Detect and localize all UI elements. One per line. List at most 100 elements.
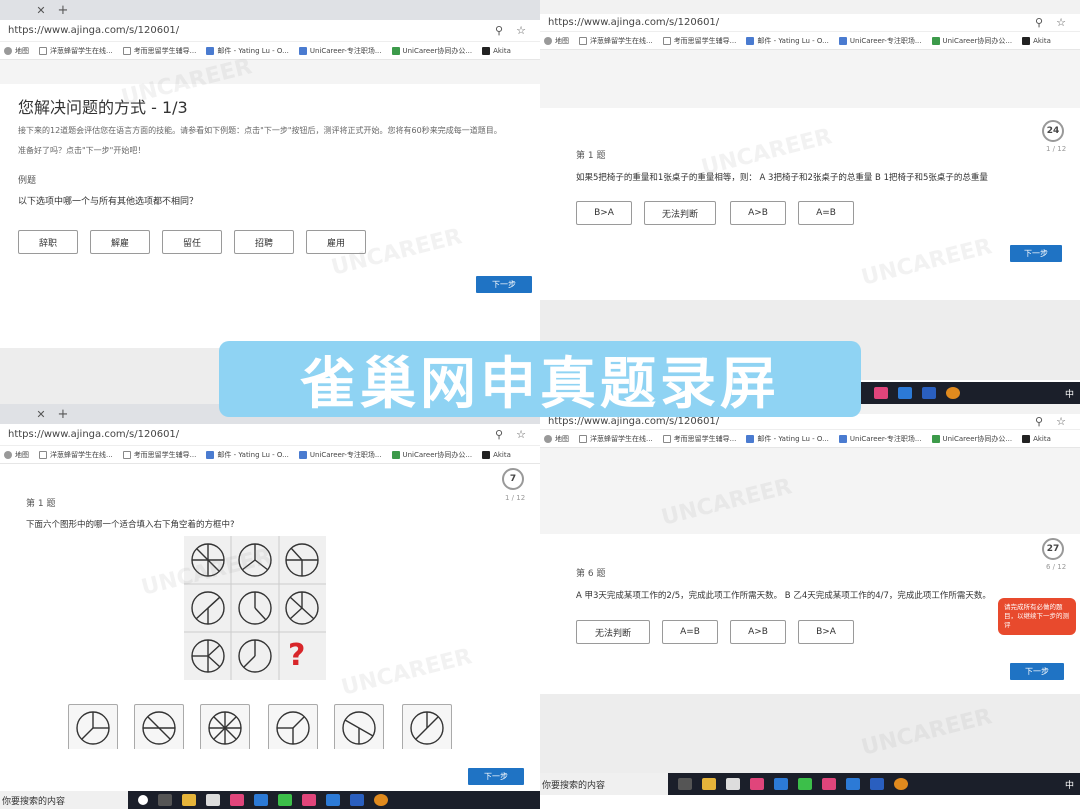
bookmark-item[interactable]: Akita — [1022, 434, 1051, 443]
bookmark-item[interactable]: 洋葱蜂留学生在线... — [579, 36, 653, 46]
option-button[interactable]: 招聘 — [234, 230, 294, 254]
bookmark-item[interactable]: 考而思留学生辅导... — [662, 434, 736, 444]
store-icon[interactable] — [206, 794, 220, 806]
page-icon — [122, 46, 131, 55]
next-button[interactable]: 下一步 — [468, 768, 524, 785]
footer-area — [0, 749, 540, 789]
taskview-icon[interactable] — [158, 794, 172, 806]
address-bar[interactable]: https://www.ajinga.com/s/120601/ ⚲ ☆ — [0, 20, 540, 42]
edge-icon[interactable] — [846, 778, 860, 790]
bookmark-item[interactable]: 洋葱蜂留学生在线... — [39, 450, 113, 460]
wechat-icon[interactable] — [278, 794, 292, 806]
bookmark-item[interactable]: UniCareer协同办公... — [391, 46, 472, 56]
bookmark-item[interactable]: 地图 — [4, 46, 29, 56]
bookmarks-bar: 地图 洋葱蜂留学生在线... 考而思留学生辅导... 邮件 - Yating L… — [0, 42, 540, 60]
ime-indicator[interactable]: 中 — [1065, 778, 1074, 791]
wechat-icon[interactable] — [798, 778, 812, 790]
search-icon[interactable]: ⚲ — [1028, 415, 1050, 428]
store-icon[interactable] — [726, 778, 740, 790]
bookmark-item[interactable]: UniCareer-专注职场... — [838, 434, 922, 444]
bookmark-item[interactable]: 洋葱蜂留学生在线... — [579, 434, 653, 444]
search-icon[interactable]: ⚲ — [1028, 16, 1050, 29]
answer-option[interactable] — [68, 704, 118, 752]
bookmark-item[interactable]: 考而思留学生辅导... — [662, 36, 736, 46]
bookmark-item[interactable]: Akita — [482, 46, 511, 55]
mail-icon[interactable] — [254, 794, 268, 806]
star-icon[interactable]: ☆ — [1050, 16, 1072, 29]
bookmark-item[interactable]: 邮件 - Yating Lu - O... — [746, 36, 829, 46]
close-tab-icon[interactable]: ✕ — [34, 4, 48, 17]
option-button[interactable]: A>B — [730, 620, 786, 644]
star-icon[interactable]: ☆ — [510, 24, 532, 37]
bookmark-item[interactable]: 地图 — [544, 36, 569, 46]
option-button[interactable]: 雇用 — [306, 230, 366, 254]
option-button[interactable]: 解雇 — [90, 230, 150, 254]
answer-option[interactable] — [134, 704, 184, 752]
app-icon[interactable] — [874, 387, 888, 399]
taskbar-search[interactable]: 你要搜索的内容 — [540, 773, 668, 795]
bookmark-item[interactable]: UniCareer协同办公... — [931, 36, 1012, 46]
app-icon[interactable] — [374, 794, 388, 806]
bookmark-item[interactable]: UniCareer-专注职场... — [838, 36, 922, 46]
address-bar[interactable]: https://www.ajinga.com/s/120601/ ⚲ ☆ — [540, 14, 1080, 32]
search-icon[interactable]: ⚲ — [488, 24, 510, 37]
taskbar-search[interactable]: 你要搜索的内容 — [0, 791, 128, 809]
edge-icon[interactable] — [898, 387, 912, 399]
app-icon[interactable] — [302, 794, 316, 806]
new-tab-icon[interactable]: + — [56, 3, 70, 18]
answer-option[interactable] — [200, 704, 250, 752]
bookmark-item[interactable]: 邮件 - Yating Lu - O... — [206, 46, 289, 56]
search-icon[interactable]: ⚲ — [488, 428, 510, 441]
bookmark-item[interactable]: 考而思留学生辅导... — [122, 450, 196, 460]
star-icon[interactable]: ☆ — [510, 428, 532, 441]
ime-indicator[interactable]: 中 — [1065, 387, 1074, 400]
word-icon[interactable] — [350, 794, 364, 806]
new-tab-icon[interactable]: + — [56, 407, 70, 422]
bookmark-item[interactable]: 洋葱蜂留学生在线... — [39, 46, 113, 56]
taskbar: 你要搜索的内容 — [0, 791, 540, 809]
bookmark-item[interactable]: 地图 — [544, 434, 569, 444]
bookmark-item[interactable]: 邮件 - Yating Lu - O... — [746, 434, 829, 444]
taskview-icon[interactable] — [678, 778, 692, 790]
bookmark-item[interactable]: UniCareer协同办公... — [391, 450, 472, 460]
bookmark-item[interactable]: UniCareer协同办公... — [931, 434, 1012, 444]
answer-option[interactable] — [268, 704, 318, 752]
option-button[interactable]: 无法判断 — [644, 201, 716, 225]
word-icon[interactable] — [922, 387, 936, 399]
app-icon[interactable] — [894, 778, 908, 790]
option-button[interactable]: A>B — [730, 201, 786, 225]
bookmark-item[interactable]: UniCareer-专注职场... — [298, 450, 382, 460]
question-area: 27 6 / 12 第 6 题 A 甲3天完成某项工作的2/5，完成此项工作所需… — [540, 534, 1080, 709]
mail-icon[interactable] — [774, 778, 788, 790]
bookmark-item[interactable]: Akita — [1022, 36, 1051, 45]
folder-icon[interactable] — [702, 778, 716, 790]
bookmark-item[interactable]: 考而思留学生辅导... — [122, 46, 196, 56]
option-button[interactable]: 留任 — [162, 230, 222, 254]
cortana-icon[interactable] — [138, 795, 148, 805]
option-button[interactable]: 辞职 — [18, 230, 78, 254]
bookmark-item[interactable]: UniCareer-专注职场... — [298, 46, 382, 56]
app-icon[interactable] — [946, 387, 960, 399]
folder-icon[interactable] — [182, 794, 196, 806]
answer-option[interactable] — [402, 704, 452, 752]
address-bar[interactable]: https://www.ajinga.com/s/120601/ ⚲ ☆ — [0, 424, 540, 446]
bookmark-item[interactable]: Akita — [482, 450, 511, 459]
next-button[interactable]: 下一步 — [476, 276, 532, 293]
word-icon[interactable] — [870, 778, 884, 790]
bookmark-item[interactable]: 邮件 - Yating Lu - O... — [206, 450, 289, 460]
app-icon[interactable] — [750, 778, 764, 790]
app-icon[interactable] — [822, 778, 836, 790]
next-button[interactable]: 下一步 — [1010, 663, 1064, 680]
bookmark-item[interactable]: 地图 — [4, 450, 29, 460]
option-button[interactable]: A=B — [798, 201, 854, 225]
option-button[interactable]: B>A — [576, 201, 632, 225]
close-tab-icon[interactable]: ✕ — [34, 408, 48, 421]
edge-icon[interactable] — [326, 794, 340, 806]
app-icon[interactable] — [230, 794, 244, 806]
option-button[interactable]: B>A — [798, 620, 854, 644]
option-button[interactable]: 无法判断 — [576, 620, 650, 644]
answer-option[interactable] — [334, 704, 384, 752]
option-button[interactable]: A=B — [662, 620, 718, 644]
star-icon[interactable]: ☆ — [1050, 415, 1072, 428]
next-button[interactable]: 下一步 — [1010, 245, 1062, 262]
